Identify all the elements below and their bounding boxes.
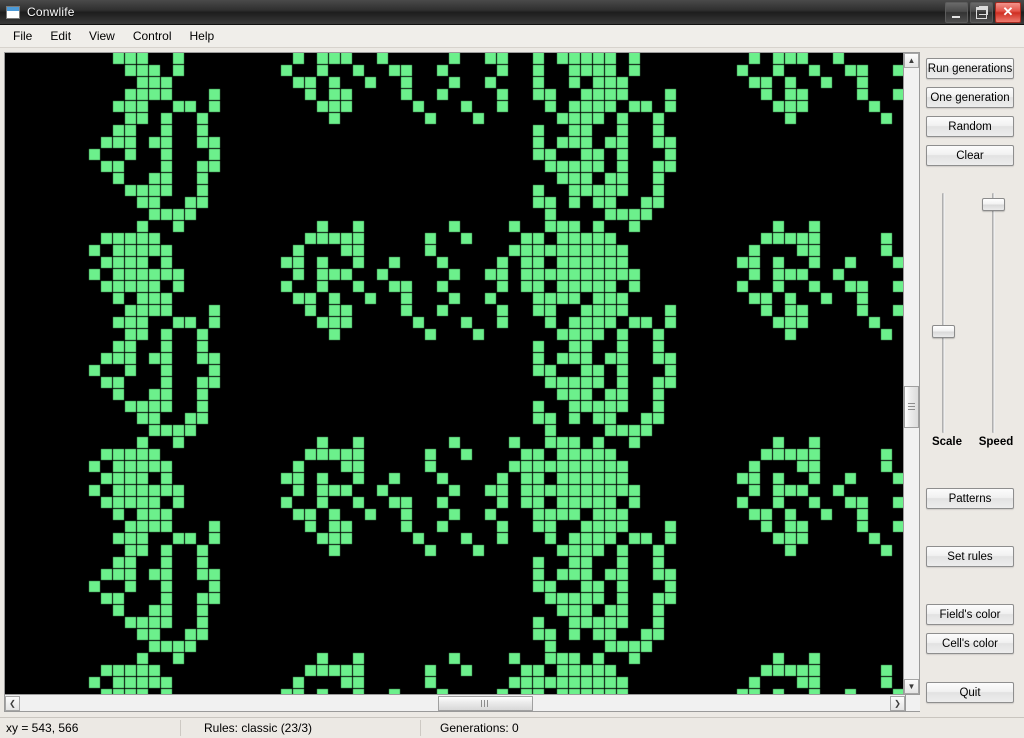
horizontal-scrollbar-row: ❮ ❯ xyxy=(4,695,923,712)
scroll-right-button[interactable]: ❯ xyxy=(890,695,905,711)
set-rules-button[interactable]: Set rules xyxy=(926,546,1014,567)
scroll-down-button[interactable]: ▼ xyxy=(904,679,919,694)
scale-slider-label: Scale xyxy=(931,436,963,448)
close-button[interactable]: ✕ xyxy=(995,2,1021,23)
scale-slider-thumb[interactable] xyxy=(932,325,955,338)
window-controls: ✕ xyxy=(945,2,1021,23)
chevron-down-icon: ▼ xyxy=(907,682,916,691)
scroll-up-button[interactable]: ▲ xyxy=(904,53,919,68)
restore-icon xyxy=(976,6,988,19)
horizontal-scrollbar[interactable]: ❮ ❯ xyxy=(4,695,906,712)
chevron-right-icon: ❯ xyxy=(894,698,901,708)
cells-color-button[interactable]: Cell's color xyxy=(926,633,1014,654)
run-generations-button[interactable]: Run generations xyxy=(926,58,1014,79)
random-button[interactable]: Random xyxy=(926,116,1014,137)
vertical-scroll-track[interactable] xyxy=(904,68,919,679)
horizontal-scroll-thumb[interactable] xyxy=(437,695,534,711)
menu-bar: File Edit View Control Help xyxy=(0,25,1024,48)
speed-slider-thumb[interactable] xyxy=(982,198,1005,211)
status-coordinates: xy = 543, 566 xyxy=(6,721,79,735)
status-generations: Generations: 0 xyxy=(440,721,519,735)
scale-slider-track[interactable] xyxy=(942,193,945,433)
status-rules: Rules: classic (23/3) xyxy=(204,721,313,735)
speed-slider-track[interactable] xyxy=(992,193,995,433)
grip-lines-icon xyxy=(908,403,915,413)
vertical-scrollbar[interactable]: ▲ ▼ xyxy=(903,52,920,695)
quit-button[interactable]: Quit xyxy=(926,682,1014,703)
menu-item-help[interactable]: Help xyxy=(181,26,224,47)
patterns-button[interactable]: Patterns xyxy=(926,488,1014,509)
minimize-icon xyxy=(952,16,960,18)
title-bar: Conwlife ✕ xyxy=(0,0,1024,25)
one-generation-button[interactable]: One generation xyxy=(926,87,1014,108)
chevron-up-icon: ▲ xyxy=(907,56,916,65)
control-panel: Run generations One generation Random Cl… xyxy=(920,48,1024,717)
vertical-scroll-thumb[interactable] xyxy=(904,385,919,429)
close-icon: ✕ xyxy=(1002,4,1014,19)
application-window: Conwlife ✕ File Edit View Control Help ▲… xyxy=(0,0,1024,738)
scroll-left-button[interactable]: ❮ xyxy=(5,695,20,711)
horizontal-scroll-track[interactable] xyxy=(20,695,890,711)
window-title: Conwlife xyxy=(27,5,75,19)
status-separator xyxy=(180,720,181,736)
app-window-icon xyxy=(6,5,20,19)
fields-color-button[interactable]: Field's color xyxy=(926,604,1014,625)
life-field-container[interactable] xyxy=(4,52,903,695)
canvas-region: ▲ ▼ ❮ ❯ xyxy=(0,48,923,717)
grip-lines-icon xyxy=(481,699,491,707)
status-bar: xy = 543, 566 Rules: classic (23/3) Gene… xyxy=(0,717,1024,738)
menu-item-control[interactable]: Control xyxy=(124,26,181,47)
status-separator xyxy=(420,720,421,736)
menu-item-edit[interactable]: Edit xyxy=(41,26,80,47)
speed-slider[interactable] xyxy=(982,193,1005,433)
main-body: ▲ ▼ ❮ ❯ Run generations One generation R… xyxy=(0,48,1024,717)
minimize-button[interactable] xyxy=(945,2,968,23)
clear-button[interactable]: Clear xyxy=(926,145,1014,166)
life-field-canvas[interactable] xyxy=(5,53,903,694)
restore-button[interactable] xyxy=(970,2,993,23)
menu-item-view[interactable]: View xyxy=(80,26,124,47)
chevron-left-icon: ❮ xyxy=(9,698,16,708)
speed-slider-label: Speed xyxy=(978,436,1014,448)
scale-slider[interactable] xyxy=(932,193,955,433)
menu-item-file[interactable]: File xyxy=(4,26,41,47)
